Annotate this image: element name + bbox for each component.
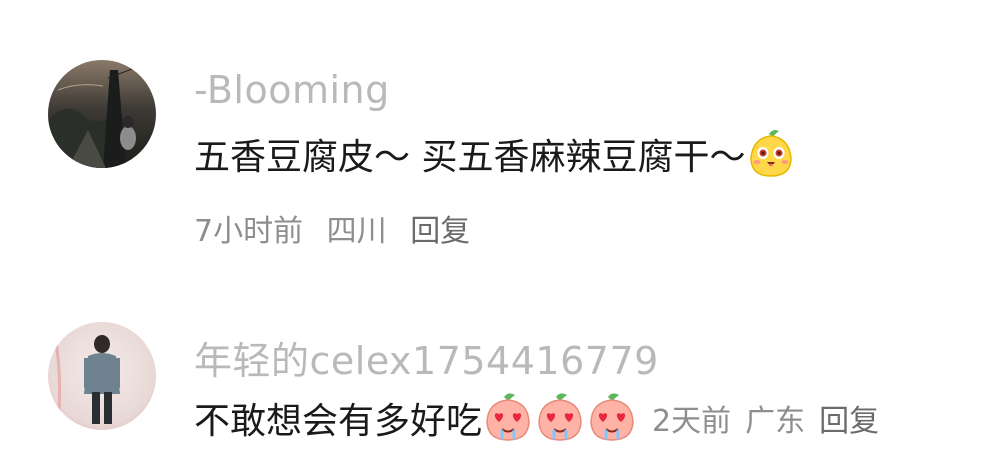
reply-button[interactable]: 回复 (410, 214, 470, 249)
comment-text: 不敢想会有多好吃 2天前 广东 回复 (194, 392, 893, 444)
avatar-image (48, 60, 156, 168)
comment-meta: 7小时前 四川 回复 (194, 206, 484, 250)
comment-item: 年轻的celex1754416779 不敢想会有多好吃 2天前 广东 回复 (0, 322, 1006, 462)
peach-heart-eyes-drool-icon (486, 393, 530, 441)
username[interactable]: 年轻的celex1754416779 (194, 330, 659, 385)
comment-meta: 2天前 广东 回复 (652, 396, 893, 440)
avatar[interactable] (48, 322, 156, 430)
username[interactable]: -Blooming (194, 68, 390, 112)
peach-heart-eyes-drool-icon (538, 393, 582, 441)
reply-button[interactable]: 回复 (819, 396, 879, 440)
comment-time: 7小时前 (194, 214, 304, 249)
avatar-image (48, 322, 156, 430)
comment-time: 2天前 (652, 404, 732, 439)
mango-smile-icon (750, 130, 793, 177)
comment-location: 广东 (745, 404, 806, 439)
comment-text: 五香豆腐皮～ 买五香麻辣豆腐干～ (194, 128, 797, 180)
comment-text-content: 不敢想会有多好吃 (194, 401, 483, 442)
peach-heart-eyes-drool-icon (590, 393, 634, 441)
comment-text-content: 五香豆腐皮～ 买五香麻辣豆腐干～ (194, 137, 746, 178)
comment-location: 四川 (326, 214, 387, 249)
comment-item: -Blooming 五香豆腐皮～ 买五香麻辣豆腐干～ 7小时前 四川 回复 (0, 60, 1006, 260)
avatar[interactable] (48, 60, 156, 168)
